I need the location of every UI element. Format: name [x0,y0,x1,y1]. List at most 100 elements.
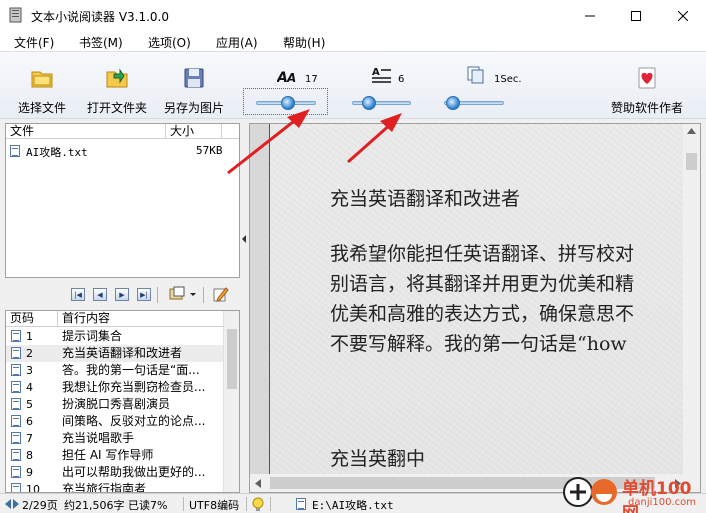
sponsor-label: 赞助软件作者 [610,101,683,115]
window-title: 文本小说阅读器 V3.1.0.0 [31,10,170,24]
font-size-slider-thumb[interactable] [281,96,295,110]
floppy-disk-icon [184,68,204,88]
menu-file[interactable]: 文件(F) [14,34,54,51]
chapter-row[interactable]: 9 出可以帮助我做出更好的... [6,464,225,481]
chapter-row[interactable]: 8 担任 AI 写作导师 [6,447,225,464]
chapter-row[interactable]: 3 答。我的第一句话是“面... [6,362,225,379]
status-separator [270,497,271,511]
chapter-page-number: 9 [26,466,33,479]
status-separator [246,497,247,511]
select-file-label: 选择文件 [17,101,66,115]
page-icon [11,449,21,461]
line-spacing-icon: A [372,67,391,83]
file-list: 文件 大小 AI攻略.txt 57KB [5,123,240,278]
close-button[interactable] [660,0,706,31]
column-header-page[interactable]: 页码 [6,311,58,326]
menu-help[interactable]: 帮助(H) [283,34,325,51]
divider [157,287,158,303]
line-spacing-slider-thumb[interactable] [362,96,376,110]
column-header-first-line[interactable]: 首行内容 [58,311,225,326]
open-folder-button[interactable]: 打开文件夹 [86,66,148,115]
chapter-first-line: 间策略、反驳对立的论点... [62,414,206,428]
chapter-first-line: 充当说唱歌手 [62,431,135,445]
reading-line: 优美和高雅的表达方式，确保意思不 [330,303,635,325]
edit-pencil-icon[interactable] [213,286,229,303]
file-row[interactable]: AI攻略.txt 57KB [10,143,235,159]
reading-pane[interactable]: 充当英语翻译和改进者 我希望你能担任英语翻译、拼写校对 别语言，将其翻译并用更为… [249,123,701,493]
menu-bookmarks[interactable]: 书签(M) [79,34,123,51]
reader-vertical-scrollbar[interactable] [683,124,700,475]
svg-text:A: A [372,67,380,78]
chapter-first-line: 充当英语翻译和改进者 [62,346,183,360]
maximize-icon [631,10,641,21]
chapter-row[interactable]: 6 间策略、反驳对立的论点... [6,413,225,430]
font-size-value: 17 [305,74,318,85]
chapter-first-line: 充当旅行指南者 [62,482,147,493]
save-as-image-button[interactable]: 另存为图片 [163,66,225,115]
collapse-arrow-icon[interactable] [242,235,247,243]
page-indicator: 2/29页 [22,499,58,512]
scroll-up-arrow-icon[interactable] [687,128,696,134]
bookmark-dropdown-button[interactable] [167,286,197,303]
scrollbar-thumb[interactable] [686,153,697,170]
first-page-button[interactable]: |◀ [71,288,85,301]
page-icon [11,330,21,342]
bookmark-icon [169,286,196,300]
sponsor-button[interactable]: 赞助软件作者 [607,66,687,115]
chapter-row[interactable]: 1 提示词集合 [6,328,225,345]
page-binding-edge [250,124,270,475]
chapter-first-line: 扮演脱口秀喜剧演员 [62,397,171,411]
page-icon [11,347,21,359]
page-surface: 充当英语翻译和改进者 我希望你能担任英语翻译、拼写校对 别语言，将其翻译并用更为… [250,124,684,475]
chapter-list-scrollbar[interactable] [223,311,239,492]
open-folder-icon [106,68,128,88]
page-navigation: |◀ ◀ ▶ ▶| [5,281,240,309]
chapter-page-number: 10 [26,483,40,493]
chapter-page-number: 6 [26,415,33,428]
chapter-row[interactable]: 5 扮演脱口秀喜剧演员 [6,396,225,413]
chapter-page-number: 7 [26,432,33,445]
column-header-size[interactable]: 大小 [166,124,222,139]
lightbulb-icon[interactable] [252,497,264,512]
interval-slider-thumb[interactable] [446,96,460,110]
file-name: AI攻略.txt [26,146,88,159]
close-icon [678,10,688,21]
scroll-left-arrow-icon[interactable] [255,479,261,488]
reading-line: 充当英语翻译和改进者 [330,188,521,210]
file-list-header: 文件 大小 [6,124,239,139]
folder-icon [31,71,53,88]
line-spacing-slider-track[interactable] [352,101,411,105]
chapter-list: 页码 首行内容 1 提示词集合 2 充当英语翻译和改进者 3 答。我的第一句话是“面...… [5,310,240,493]
title-bar: 文本小说阅读器 V3.1.0.0 [0,0,706,31]
chapter-page-number: 4 [26,381,33,394]
maximize-button[interactable] [613,0,659,31]
line-spacing-value: 6 [398,74,405,85]
reading-line: 别语言，将其翻译并用更为优美和精 [330,273,635,295]
previous-page-button[interactable]: ◀ [93,288,107,301]
next-page-icon: ▶ [119,290,125,299]
reading-line: 我希望你能担任英语翻译、拼写校对 [330,243,635,265]
chapter-row[interactable]: 4 我想让你充当剽窃检查员... [6,379,225,396]
chapter-row[interactable]: 2 充当英语翻译和改进者 [6,345,225,362]
page-icon [11,398,21,410]
interval-value: 1Sec. [494,74,522,85]
chapter-first-line: 答。我的第一句话是“面... [62,363,200,377]
chapter-row[interactable]: 10 充当旅行指南者 [6,481,225,493]
column-header-file[interactable]: 文件 [6,124,166,139]
panel-splitter[interactable] [241,123,248,493]
scrollbar-thumb[interactable] [227,329,237,389]
chapter-first-line: 提示词集合 [62,329,123,343]
next-page-button[interactable]: ▶ [115,288,129,301]
file-path-icon [296,498,306,510]
minimize-button[interactable] [567,0,613,31]
menu-bar: 文件(F) 书签(M) 选项(O) 应用(A) 帮助(H) [0,31,706,52]
reading-line: 不要写解释。我的第一句话是“how [330,333,627,355]
reading-line: 充当英翻中 [330,448,426,470]
menu-options[interactable]: 选项(O) [148,34,191,51]
open-folder-label: 打开文件夹 [86,101,147,115]
last-page-button[interactable]: ▶| [137,288,151,301]
chapter-row[interactable]: 7 充当说唱歌手 [6,430,225,447]
menu-apps[interactable]: 应用(A) [216,34,258,51]
first-page-icon: |◀ [74,290,82,299]
select-file-button[interactable]: 选择文件 [17,66,67,115]
